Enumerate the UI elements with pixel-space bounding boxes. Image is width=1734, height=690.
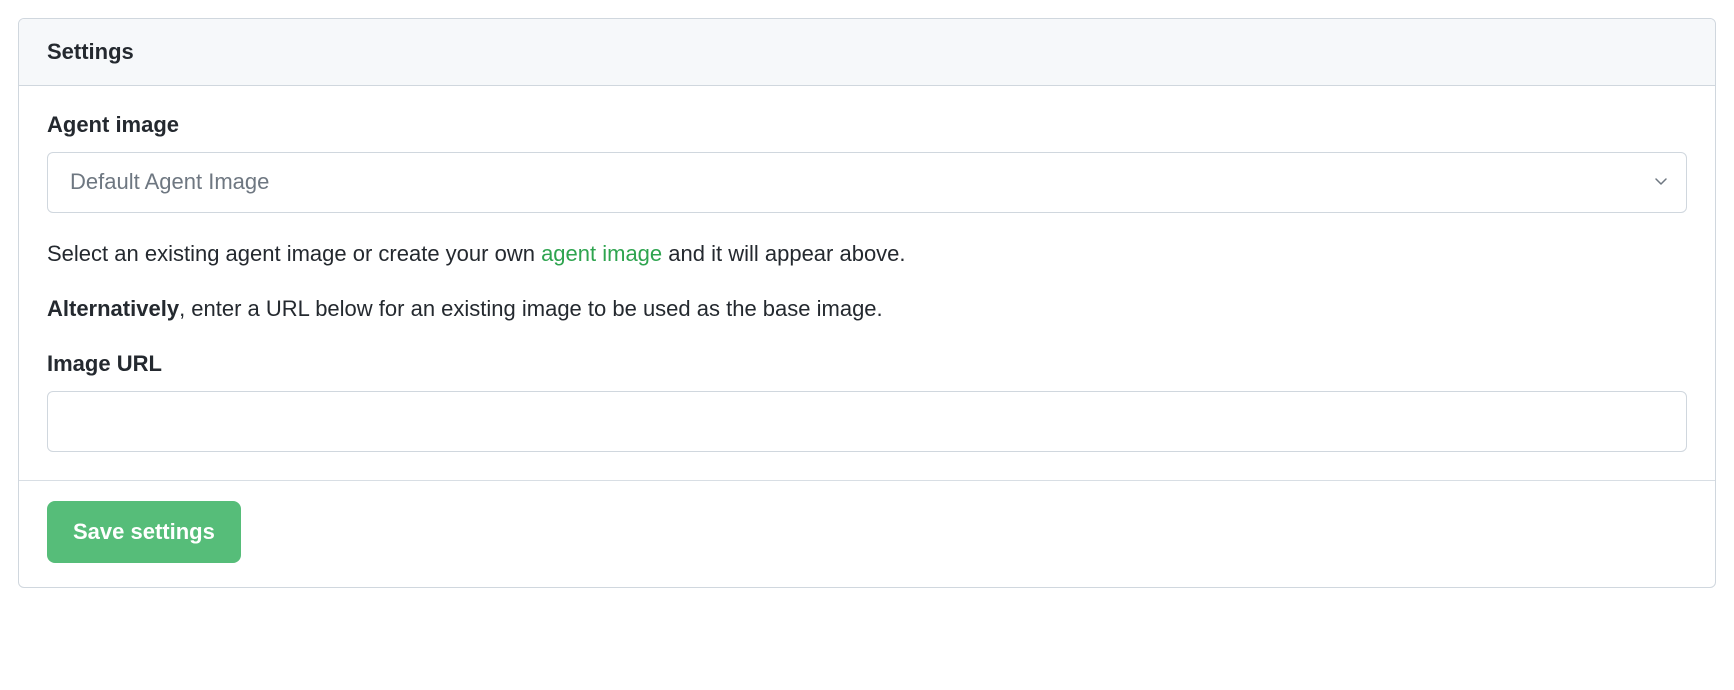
settings-card: Settings Agent image Default Agent Image… bbox=[18, 18, 1716, 588]
save-settings-button[interactable]: Save settings bbox=[47, 501, 241, 563]
card-body: Agent image Default Agent Image Select a… bbox=[19, 86, 1715, 481]
help-text-suffix: and it will appear above. bbox=[662, 241, 905, 266]
agent-image-select[interactable]: Default Agent Image bbox=[47, 152, 1687, 213]
alternative-text: Alternatively, enter a URL below for an … bbox=[47, 292, 1687, 325]
card-footer: Save settings bbox=[19, 481, 1715, 587]
help-text-prefix: Select an existing agent image or create… bbox=[47, 241, 541, 266]
agent-image-label: Agent image bbox=[47, 112, 1687, 138]
card-title: Settings bbox=[47, 39, 134, 64]
image-url-label: Image URL bbox=[47, 351, 1687, 377]
alternative-rest: , enter a URL below for an existing imag… bbox=[179, 296, 883, 321]
agent-image-select-wrap: Default Agent Image bbox=[47, 152, 1687, 213]
agent-image-help-text: Select an existing agent image or create… bbox=[47, 237, 1687, 270]
image-url-input[interactable] bbox=[47, 391, 1687, 452]
card-header: Settings bbox=[19, 19, 1715, 86]
agent-image-link[interactable]: agent image bbox=[541, 241, 662, 266]
alternative-bold: Alternatively bbox=[47, 296, 179, 321]
